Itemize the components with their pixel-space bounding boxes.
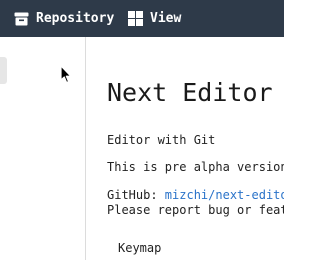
- github-link[interactable]: mizchi/next-editor: [165, 188, 284, 202]
- subtitle-text: Editor with Git: [107, 133, 216, 147]
- keymap-heading: Keymap: [118, 241, 162, 255]
- github-line: GitHub: mizchi/next-editor: [107, 188, 284, 202]
- notice-text: This is pre alpha version: [107, 160, 284, 174]
- page-title: Next Editor v: [107, 78, 284, 107]
- view-menu-button[interactable]: View: [128, 0, 181, 37]
- repository-menu-label: Repository: [36, 11, 115, 26]
- top-menu-bar: Repository View: [0, 0, 284, 37]
- mouse-cursor-icon: [60, 65, 72, 84]
- view-menu-label: View: [150, 11, 182, 26]
- archive-icon: [14, 12, 29, 25]
- sidebar: [0, 37, 86, 260]
- repository-menu-button[interactable]: Repository: [14, 0, 114, 37]
- sidebar-item[interactable]: [0, 57, 7, 84]
- editor-preview: Next Editor v Editor with Git This is pr…: [87, 37, 284, 260]
- grid-icon: [128, 11, 143, 26]
- report-text: Please report bug or featu: [107, 203, 284, 217]
- github-label: GitHub:: [107, 188, 165, 202]
